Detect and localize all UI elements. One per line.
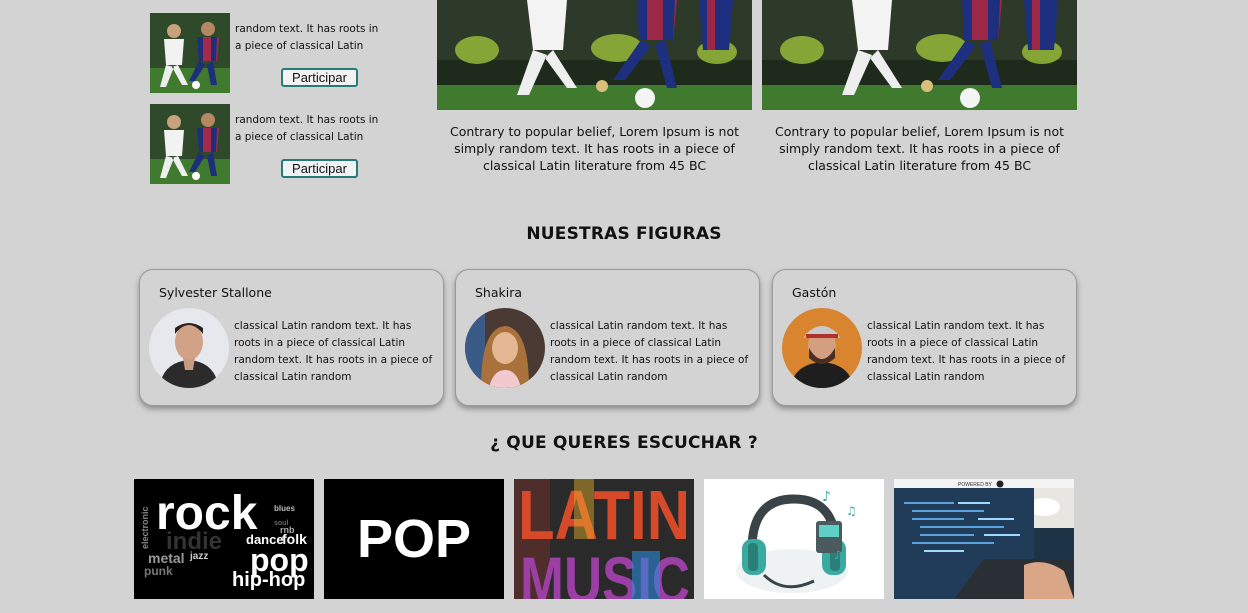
genre-tile-headphones[interactable]: ♪ ♫ ♪ bbox=[704, 479, 884, 599]
event-item: random text. It has roots in a piece of … bbox=[150, 104, 390, 184]
genre-tile-pop[interactable]: POP bbox=[324, 479, 504, 599]
svg-text:♪: ♪ bbox=[822, 489, 831, 505]
genre-tile-rock[interactable]: rock pop hip-hop indie metal jazz punk d… bbox=[134, 479, 314, 599]
figure-name: Sylvester Stallone bbox=[159, 285, 272, 300]
event-list: Participar random text. It has roots in … bbox=[150, 0, 390, 184]
electronic-word: electronic bbox=[140, 506, 150, 549]
svg-text:♪: ♪ bbox=[834, 548, 842, 562]
figure-avatar bbox=[782, 308, 862, 388]
music-section-title: ¿ QUE QUERES ESCUCHAR ? bbox=[490, 433, 758, 453]
figure-card[interactable]: Gastón classical Latin random text. It h… bbox=[772, 269, 1077, 406]
figure-description: classical Latin random text. It has root… bbox=[867, 320, 1066, 383]
blues-word: blues bbox=[274, 504, 295, 513]
participar-button[interactable]: Participar bbox=[281, 68, 358, 87]
participar-button[interactable]: Participar bbox=[281, 159, 358, 178]
event-thumbnail[interactable] bbox=[150, 104, 230, 184]
figure-avatar bbox=[465, 308, 545, 388]
news-image[interactable] bbox=[437, 0, 752, 110]
news-caption: Contrary to popular belief, Lorem Ipsum … bbox=[774, 124, 1065, 173]
news-card: Contrary to popular belief, Lorem Ipsum … bbox=[437, 0, 752, 174]
event-item: random text. It has roots in a piece of … bbox=[150, 13, 390, 93]
event-description: random text. It has roots in a piece of … bbox=[235, 114, 379, 143]
pop-label: POP bbox=[357, 509, 471, 569]
figure-name: Gastón bbox=[792, 285, 837, 300]
figure-name: Shakira bbox=[475, 285, 523, 300]
figure-avatar bbox=[149, 308, 229, 388]
news-card: Contrary to popular belief, Lorem Ipsum … bbox=[762, 0, 1077, 174]
event-thumbnail[interactable] bbox=[150, 13, 230, 93]
hiphop-word: hip-hop bbox=[232, 569, 305, 591]
news-image[interactable] bbox=[762, 0, 1077, 110]
genre-tile-latin-music[interactable]: LATIN MUSIC bbox=[514, 479, 694, 599]
event-description: random text. It has roots in a piece of … bbox=[235, 23, 379, 52]
punk-word: punk bbox=[144, 564, 173, 578]
genre-tile-coding[interactable]: POWERED BY bbox=[894, 479, 1074, 599]
figure-card[interactable]: Sylvester Stallone classical Latin rando… bbox=[139, 269, 444, 406]
music-word: MUSIC bbox=[520, 543, 690, 599]
rnb-word: rnb bbox=[280, 525, 295, 535]
svg-text:♫: ♫ bbox=[846, 504, 857, 518]
figure-card[interactable]: Shakira classical Latin random text. It … bbox=[455, 269, 760, 406]
figure-description: classical Latin random text. It has root… bbox=[234, 320, 433, 383]
jazz-word: jazz bbox=[189, 551, 208, 562]
powered-by-text: POWERED BY bbox=[958, 482, 993, 488]
figure-description: classical Latin random text. It has root… bbox=[550, 320, 749, 383]
dance-word: dance bbox=[246, 532, 284, 547]
figures-section-title: NUESTRAS FIGURAS bbox=[526, 224, 722, 244]
news-caption: Contrary to popular belief, Lorem Ipsum … bbox=[449, 124, 740, 173]
